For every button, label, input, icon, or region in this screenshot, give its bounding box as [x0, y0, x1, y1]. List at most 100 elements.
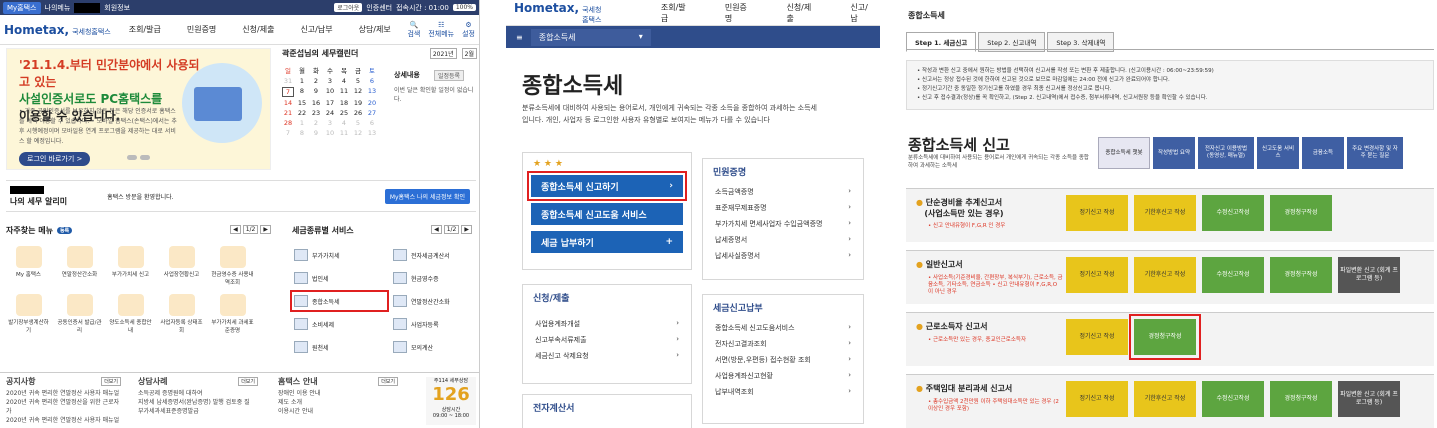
calendar-day[interactable]: 9 — [310, 87, 322, 97]
favorites-pager[interactable]: ◀ 1/2 ▶ — [230, 225, 271, 234]
hometax-logo[interactable]: Hometax, 국세청홈택스 — [4, 23, 111, 37]
favorite-item[interactable]: 양도소득세 종합안내 — [108, 294, 153, 334]
calendar-day[interactable]: 4 — [338, 119, 350, 127]
banner-pager[interactable] — [127, 155, 150, 160]
menu-icon[interactable]: ≡ — [516, 33, 523, 42]
favorite-item[interactable]: 발기장부생계산하기 — [6, 294, 51, 334]
calendar-day[interactable]: 5 — [352, 119, 364, 127]
consult-item[interactable]: 지방세 납세증명서(완납증명) 발행 검토중 질 — [138, 398, 258, 407]
calendar-day[interactable]: 8 — [296, 129, 308, 137]
tax-type-item[interactable]: 모의계산 — [391, 338, 479, 356]
notice-item[interactable]: 2020년 귀속 편리한 연말정산 사용자 매뉴얼 — [6, 389, 121, 398]
tax-type-item[interactable]: 소비세제 — [292, 315, 387, 333]
cert-center-link[interactable]: 인증센터 — [366, 3, 392, 13]
help-service-button[interactable]: 신고도움 서비스 — [1257, 137, 1299, 169]
calendar-day[interactable]: 11 — [338, 129, 350, 137]
all-menu-icon[interactable]: ☷ 전체메뉴 — [428, 21, 454, 39]
refund-claim-button[interactable]: 경정청구작성 — [1270, 195, 1332, 231]
notice-more-button[interactable]: 더보기 — [101, 377, 121, 386]
tax-type-item[interactable]: 전자세금계산서 — [391, 246, 479, 264]
calendar-day[interactable]: 14 — [282, 99, 294, 107]
chatbot-button[interactable]: 종합소득세 챗봇 — [1098, 137, 1150, 169]
calendar-day[interactable]: 25 — [338, 109, 350, 117]
tax-type-pager[interactable]: ◀ 1/2 ▶ — [431, 225, 472, 234]
faq-button[interactable]: 주요 변경사항 및 자주 묻는 질문 — [1347, 137, 1403, 169]
calendar-day[interactable]: 28 — [282, 119, 294, 127]
member-info-link[interactable]: 회원정보 — [104, 3, 130, 13]
my-menu-link[interactable]: 나의메뉴 — [45, 3, 71, 13]
regular-filing-button[interactable]: 정기신고 작성 — [1066, 381, 1128, 417]
category-dropdown[interactable]: 종합소득세 ▾ — [530, 28, 651, 46]
zoom-level[interactable]: 100% — [452, 4, 476, 11]
calendar-day[interactable]: 1 — [296, 119, 308, 127]
calendar-day[interactable]: 12 — [352, 87, 364, 97]
calendar-day[interactable]: 5 — [352, 77, 364, 85]
favorite-item[interactable]: 부가가치세 신고 — [108, 246, 153, 286]
tax-type-item[interactable]: 사업자등록 — [391, 315, 479, 333]
guide-item[interactable]: 이용시간 안내 — [278, 407, 398, 416]
calendar-day[interactable]: 31 — [282, 77, 294, 85]
nav-inquiry[interactable]: 조회/발급 — [129, 24, 161, 35]
calendar-day[interactable]: 4 — [338, 77, 350, 85]
consult-item[interactable]: 소득공제 증명원에 대하여 — [138, 389, 258, 398]
calendar-day[interactable]: 7 — [282, 129, 294, 137]
regular-filing-button[interactable]: 정기신고 작성 — [1066, 257, 1128, 293]
guide-summary-button[interactable]: 작성방법 요약 — [1153, 137, 1195, 169]
calendar-day[interactable]: 17 — [324, 99, 336, 107]
list-item[interactable]: 서면(방문,우편등) 접수현황 조회 › — [703, 352, 863, 368]
calendar-day[interactable]: 3 — [324, 77, 336, 85]
list-item[interactable]: 전자신고결과조회 › — [703, 336, 863, 352]
calendar-day[interactable]: 10 — [324, 129, 336, 137]
register-schedule-button[interactable]: 일정등록 — [434, 70, 465, 81]
refund-claim-button[interactable]: 경정청구작성 — [1129, 314, 1201, 360]
calendar-day[interactable]: 23 — [310, 109, 322, 117]
promo-banner[interactable]: '21.1.4.부터 민간분야에서 사용되고 있는 사설인증서로도 PC홈택스를… — [6, 48, 271, 170]
my-hometax-link[interactable]: My홈택스 — [3, 1, 41, 14]
consult-more-button[interactable]: 더보기 — [238, 377, 258, 386]
list-item[interactable]: 세금신고 삭제요청 › — [523, 348, 691, 364]
calendar-day[interactable]: 6 — [366, 77, 378, 85]
guide-item[interactable]: 장애인 이용 안내 — [278, 389, 398, 398]
calendar-day[interactable]: 20 — [366, 99, 378, 107]
calendar-day[interactable]: 9 — [310, 129, 322, 137]
file-conversion-button[interactable]: 파일변환 신고 (회계 프로그램 등) — [1338, 257, 1400, 293]
file-income-tax-button[interactable]: 종합소득세 신고하기 › — [527, 171, 687, 201]
calendar-day[interactable]: 11 — [338, 87, 350, 97]
e-filing-guide-button[interactable]: 전자신고 이용방법 (동영상, 매뉴얼) — [1198, 137, 1254, 169]
nav-certificates[interactable]: 민원증명 — [187, 24, 216, 35]
logout-button[interactable]: 로그아웃 — [334, 3, 363, 12]
calendar-day[interactable]: 3 — [324, 119, 336, 127]
calendar-day[interactable]: 19 — [352, 99, 364, 107]
list-item[interactable]: 납부내역조회 › — [703, 384, 863, 400]
tax-type-item[interactable]: 원천세 — [292, 338, 387, 356]
nav-apply[interactable]: 신청/제출 — [242, 24, 274, 35]
calendar-day[interactable]: 1 — [296, 77, 308, 85]
favorite-item[interactable]: 사업자등록 상태조회 — [159, 294, 204, 334]
late-filing-button[interactable]: 기한후신고 작성 — [1134, 257, 1196, 293]
nav-certificates[interactable]: 민원증명 — [725, 2, 751, 24]
guide-more-button[interactable]: 더보기 — [378, 377, 398, 386]
calendar-day[interactable]: 13 — [366, 129, 378, 137]
nav-consult[interactable]: 상담/제보 — [359, 24, 391, 35]
tax-type-item[interactable]: 현금영수증 — [391, 269, 479, 287]
refund-claim-button[interactable]: 경정청구작성 — [1270, 381, 1332, 417]
list-item[interactable]: 소득금액증명 › — [703, 184, 863, 200]
year-select[interactable]: 2021년 — [429, 48, 457, 59]
hometax-logo[interactable]: Hometax, 국세청홈택스 — [514, 1, 607, 25]
calendar-day[interactable]: 15 — [296, 99, 308, 107]
list-item[interactable]: 납세증명서 › — [703, 232, 863, 248]
list-item[interactable]: 사업용계좌개설 › — [523, 316, 691, 332]
late-filing-button[interactable]: 기한후신고 작성 — [1134, 195, 1196, 231]
amended-filing-button[interactable]: 수정신고작성 — [1202, 195, 1264, 231]
list-item[interactable]: 사업용계좌신고현황 › — [703, 368, 863, 384]
calendar-day[interactable]: 21 — [282, 109, 294, 117]
help-service-button[interactable]: 종합소득세 신고도움 서비스 — [531, 203, 683, 225]
tax-type-item[interactable]: 종합소득세 — [290, 290, 389, 312]
nav-inquiry[interactable]: 조회/발급 — [661, 2, 689, 24]
refund-claim-button[interactable]: 경정청구작성 — [1270, 257, 1332, 293]
calendar-day[interactable]: 7 — [282, 87, 294, 97]
nav-tax-return[interactable]: 신고/납부 — [300, 24, 332, 35]
calendar-day[interactable]: 24 — [324, 109, 336, 117]
regular-filing-button[interactable]: 정기신고 작성 — [1066, 319, 1128, 355]
notice-item[interactable]: 2020년 귀속 편리한 연말정산을 위한 근로자 가 — [6, 398, 121, 416]
